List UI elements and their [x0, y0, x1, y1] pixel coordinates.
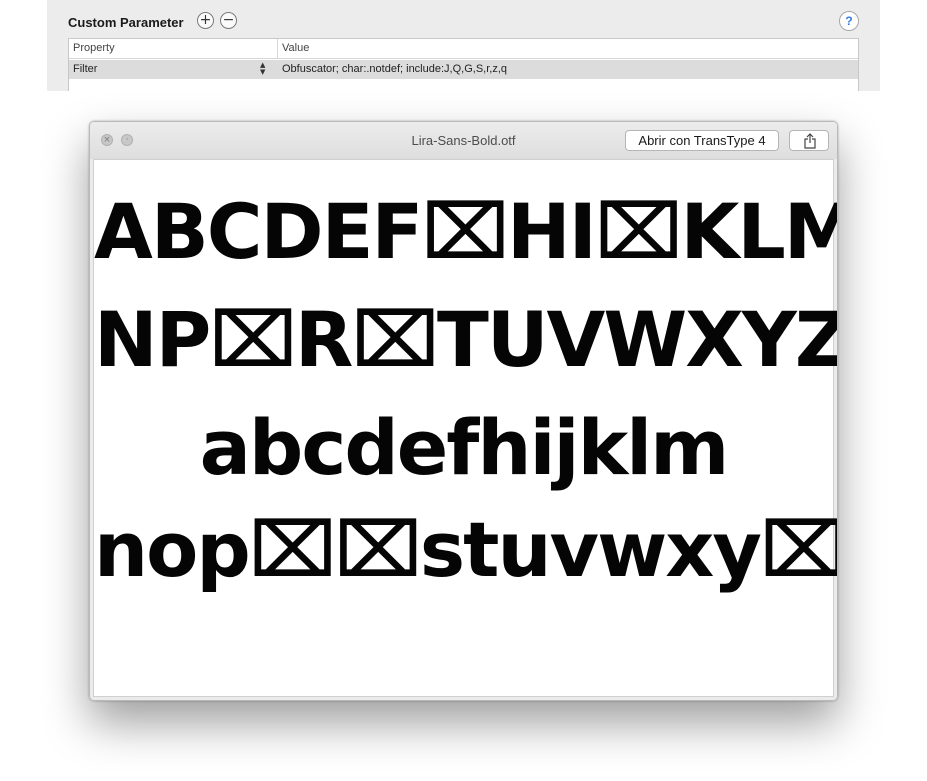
plus-icon: + — [199, 12, 212, 28]
share-button[interactable] — [789, 130, 829, 151]
preview-line-lowercase-1: abcdefhijklm — [199, 403, 730, 492]
window-titlebar[interactable]: × · Lira-Sans-Bold.otf Abrir con TransTy… — [90, 122, 837, 159]
minus-icon: − — [222, 12, 235, 28]
value-cell[interactable]: Obfuscator; char:.notdef; include:J,Q,G,… — [282, 63, 507, 75]
share-icon — [804, 133, 816, 149]
preview-line-uppercase-2: NP⌧R⌧TUVWXYZ — [94, 295, 838, 384]
preview-line-uppercase-1: ABCDEF⌧HI⌧KLM — [94, 187, 838, 276]
question-icon: ? — [845, 14, 853, 28]
property-popup-arrows-icon[interactable]: ▲ ▼ — [260, 62, 265, 76]
font-preview-area: ABCDEF⌧HI⌧KLM NP⌧R⌧TUVWXYZ abcdefhijklm … — [93, 159, 838, 697]
open-with-transtype-button[interactable]: Abrir con TransType 4 — [625, 130, 779, 151]
property-cell[interactable]: Filter — [73, 63, 97, 75]
add-parameter-button[interactable]: + — [197, 12, 214, 29]
column-divider[interactable] — [277, 39, 278, 59]
column-header-property[interactable]: Property — [73, 42, 115, 54]
table-row[interactable]: Filter ▲ ▼ Obfuscator; char:.notdef; incl… — [69, 60, 858, 79]
help-button[interactable]: ? — [839, 11, 859, 31]
quick-look-window: × · Lira-Sans-Bold.otf Abrir con TransTy… — [89, 121, 838, 701]
parameter-table: Property Value Filter ▲ ▼ Obfuscator; cha… — [68, 38, 859, 91]
column-header-value[interactable]: Value — [282, 42, 309, 54]
custom-parameter-panel: Custom Parameter + − ? Property Value Fi… — [47, 0, 880, 91]
remove-parameter-button[interactable]: − — [220, 12, 237, 29]
table-header: Property Value — [69, 39, 858, 59]
preview-line-lowercase-2: nop⌧⌧stuvwxy⌧ — [94, 505, 838, 594]
panel-title: Custom Parameter — [68, 15, 184, 30]
